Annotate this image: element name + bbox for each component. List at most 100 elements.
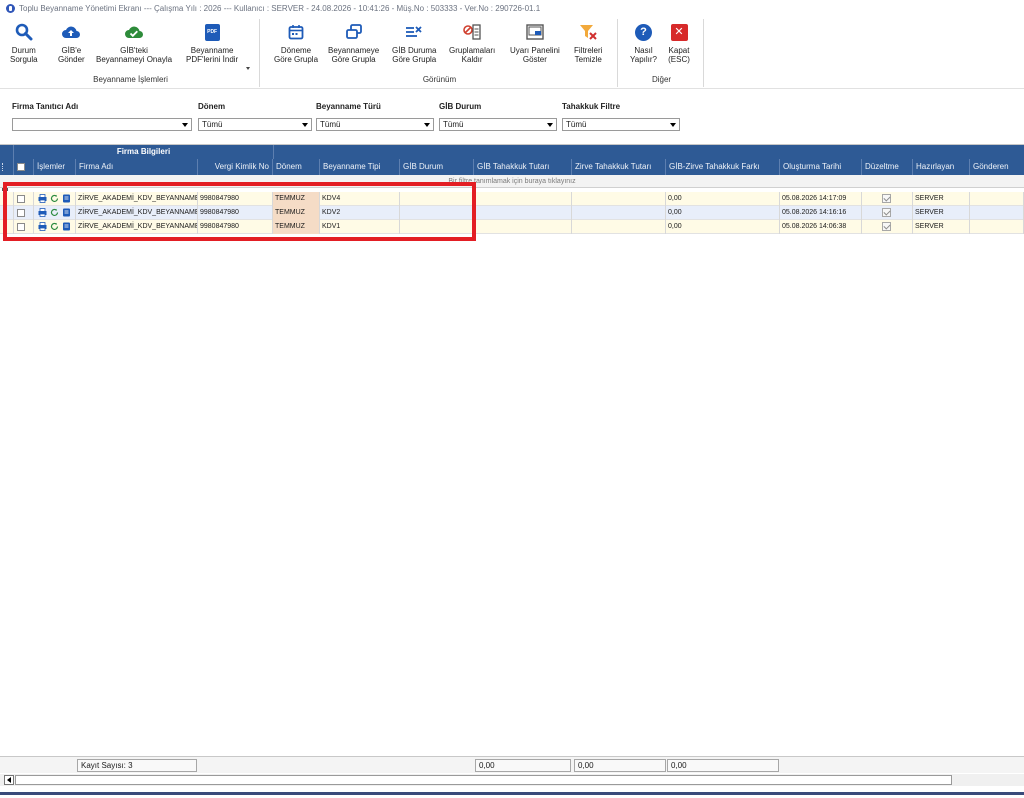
- duzeltme-checkbox: [882, 222, 891, 231]
- cell-beyanname-tipi: KDV1: [320, 220, 400, 234]
- col-gib-durum[interactable]: GİB Durum: [400, 159, 474, 175]
- cell-fark: 0,00: [666, 220, 780, 234]
- document-icon[interactable]: [62, 194, 71, 203]
- row-select-cell[interactable]: [14, 220, 34, 234]
- pdf-indir-button[interactable]: PDF Beyanname PDF'lerini İndir: [186, 21, 238, 64]
- beyannameye-gore-grupla-button[interactable]: Beyannameye Göre Grupla: [328, 21, 379, 64]
- cloud-check-icon: [123, 21, 145, 43]
- durum-sorgula-button[interactable]: Durum Sorgula: [10, 21, 38, 64]
- chevron-down-icon: [300, 120, 310, 129]
- gibe-gonder-button[interactable]: GİB'e Gönder: [58, 21, 85, 64]
- gruplamalari-kaldir-button[interactable]: Gruplamaları Kaldır: [449, 21, 495, 64]
- search-icon: [13, 21, 35, 43]
- refresh-icon[interactable]: [50, 208, 59, 217]
- filter-clear-icon: [577, 21, 599, 43]
- beyanname-grid: Firma Bilgileri İşlemler Firma Adı Vergi…: [0, 144, 1024, 756]
- group-label-diger: Diğer: [651, 75, 672, 84]
- cell-fark: 0,00: [666, 192, 780, 206]
- window-title: Toplu Beyanname Yönetimi Ekranı --- Çalı…: [19, 4, 541, 13]
- col-gonderen[interactable]: Gönderen: [970, 159, 1024, 175]
- cell-beyanname-tipi: KDV2: [320, 206, 400, 220]
- row-checkbox[interactable]: [17, 223, 25, 231]
- cell-duzeltme: [862, 192, 913, 206]
- document-icon[interactable]: [62, 208, 71, 217]
- pdf-dropdown-arrow-icon[interactable]: [246, 67, 250, 70]
- table-row[interactable]: ZİRVE_AKADEMİ_KDV_BEYANNAME 9980847980 TEM…: [0, 192, 1024, 206]
- col-hazirlayan[interactable]: Hazırlayan: [913, 159, 970, 175]
- scroll-thumb[interactable]: [15, 775, 952, 785]
- doneme-gore-grupla-button[interactable]: Döneme Göre Grupla: [274, 21, 318, 64]
- help-icon: ?: [632, 21, 654, 43]
- table-row[interactable]: ZİRVE_AKADEMİ_KDV_BEYANNAME 9980847980 TEM…: [0, 220, 1024, 234]
- duzeltme-checkbox: [882, 194, 891, 203]
- printer-icon[interactable]: [38, 222, 47, 231]
- table-row[interactable]: ZİRVE_AKADEMİ_KDV_BEYANNAME 9980847980 TEM…: [0, 206, 1024, 220]
- row-indicator-header: [0, 159, 14, 175]
- uyari-paneli-goster-button[interactable]: Uyarı Panelini Göster: [510, 21, 560, 64]
- row-select-cell[interactable]: [14, 192, 34, 206]
- cell-zirve-tahakkuk: [572, 192, 666, 206]
- select-all-header[interactable]: [14, 159, 34, 175]
- sum-fark: 0,00: [667, 759, 779, 772]
- panel-icon: [524, 21, 546, 43]
- row-indicator: [0, 220, 14, 234]
- gib-durumu-gore-grupla-button[interactable]: GİB Duruma Göre Grupla: [392, 21, 436, 64]
- grid-filter-row[interactable]: Bir filtre tanımlamak için buraya tıklay…: [0, 175, 1024, 188]
- row-checkbox[interactable]: [17, 209, 25, 217]
- gib-durum-filter-label: GİB Durum: [439, 102, 482, 111]
- row-indicator: [0, 206, 14, 220]
- ribbon-group-beyanname: Durum Sorgula GİB'e Gönder GİB'teki Beya…: [2, 19, 260, 87]
- col-gib-zirve-farki[interactable]: GİB-Zirve Tahakkuk Farkı: [666, 159, 780, 175]
- grid-header-row: İşlemler Firma Adı Vergi Kimlik No Dönem…: [0, 159, 1024, 175]
- horizontal-scrollbar[interactable]: [0, 774, 1024, 786]
- nasil-yapilir-button[interactable]: ? Nasıl Yapılır?: [630, 21, 657, 64]
- row-checkbox[interactable]: [17, 195, 25, 203]
- cell-gonderen: [970, 192, 1024, 206]
- gib-durum-filter-select[interactable]: Tümü: [439, 118, 557, 131]
- ribbon-group-diger: ? Nasıl Yapılır? ✕ Kapat (ESC) Diğer: [620, 19, 704, 87]
- cloud-upload-icon: [60, 21, 82, 43]
- close-icon: ✕: [668, 21, 690, 43]
- row-actions: [34, 192, 76, 206]
- cell-gib-tahakkuk: [474, 220, 572, 234]
- ungroup-icon: [461, 21, 483, 43]
- printer-icon[interactable]: [38, 208, 47, 217]
- status-strip: [0, 792, 1024, 795]
- beyanname-turu-filter-select[interactable]: Tümü: [316, 118, 434, 131]
- col-islemler[interactable]: İşlemler: [34, 159, 76, 175]
- filtreleri-temizle-button[interactable]: Filtreleri Temizle: [574, 21, 602, 64]
- refresh-icon[interactable]: [50, 222, 59, 231]
- col-donem[interactable]: Dönem: [273, 159, 320, 175]
- cell-hazirlayan: SERVER: [913, 220, 970, 234]
- kapat-button[interactable]: ✕ Kapat (ESC): [668, 21, 690, 64]
- refresh-icon[interactable]: [50, 194, 59, 203]
- col-gib-tahakkuk-tutari[interactable]: GİB Tahakkuk Tutarı: [474, 159, 572, 175]
- cell-gib-durum: [400, 192, 474, 206]
- scroll-left-icon[interactable]: [4, 775, 14, 785]
- col-beyanname-tipi[interactable]: Beyanname Tipi: [320, 159, 400, 175]
- col-firma-adi[interactable]: Firma Adı: [76, 159, 198, 175]
- tahakkuk-filter-select[interactable]: Tümü: [562, 118, 680, 131]
- chevron-down-icon: [422, 120, 432, 129]
- row-actions: [34, 206, 76, 220]
- firma-filter-select[interactable]: [12, 118, 192, 131]
- col-zirve-tahakkuk-tutari[interactable]: Zirve Tahakkuk Tutarı: [572, 159, 666, 175]
- row-select-cell[interactable]: [14, 206, 34, 220]
- cell-hazirlayan: SERVER: [913, 192, 970, 206]
- select-all-checkbox[interactable]: [17, 163, 25, 171]
- col-olusturma-tarihi[interactable]: Oluşturma Tarihi: [780, 159, 862, 175]
- cell-firma-adi: ZİRVE_AKADEMİ_KDV_BEYANNAME: [76, 220, 198, 234]
- cell-duzeltme: [862, 220, 913, 234]
- donem-filter-select[interactable]: Tümü: [198, 118, 312, 131]
- donem-filter-label: Dönem: [198, 102, 226, 111]
- cell-gib-tahakkuk: [474, 192, 572, 206]
- title-bar: Toplu Beyanname Yönetimi Ekranı --- Çalı…: [0, 0, 1024, 17]
- chevron-down-icon: [668, 120, 678, 129]
- document-icon[interactable]: [62, 222, 71, 231]
- col-vergi-kimlik-no[interactable]: Vergi Kimlik No: [198, 159, 273, 175]
- beyanname-onayla-button[interactable]: GİB'teki Beyannameyi Onayla: [96, 21, 172, 64]
- printer-icon[interactable]: [38, 194, 47, 203]
- grid-footer: Kayıt Sayısı: 3 0,00 0,00 0,00: [0, 756, 1024, 773]
- cell-donem: TEMMUZ: [273, 220, 320, 234]
- col-duzeltme[interactable]: Düzeltme: [862, 159, 913, 175]
